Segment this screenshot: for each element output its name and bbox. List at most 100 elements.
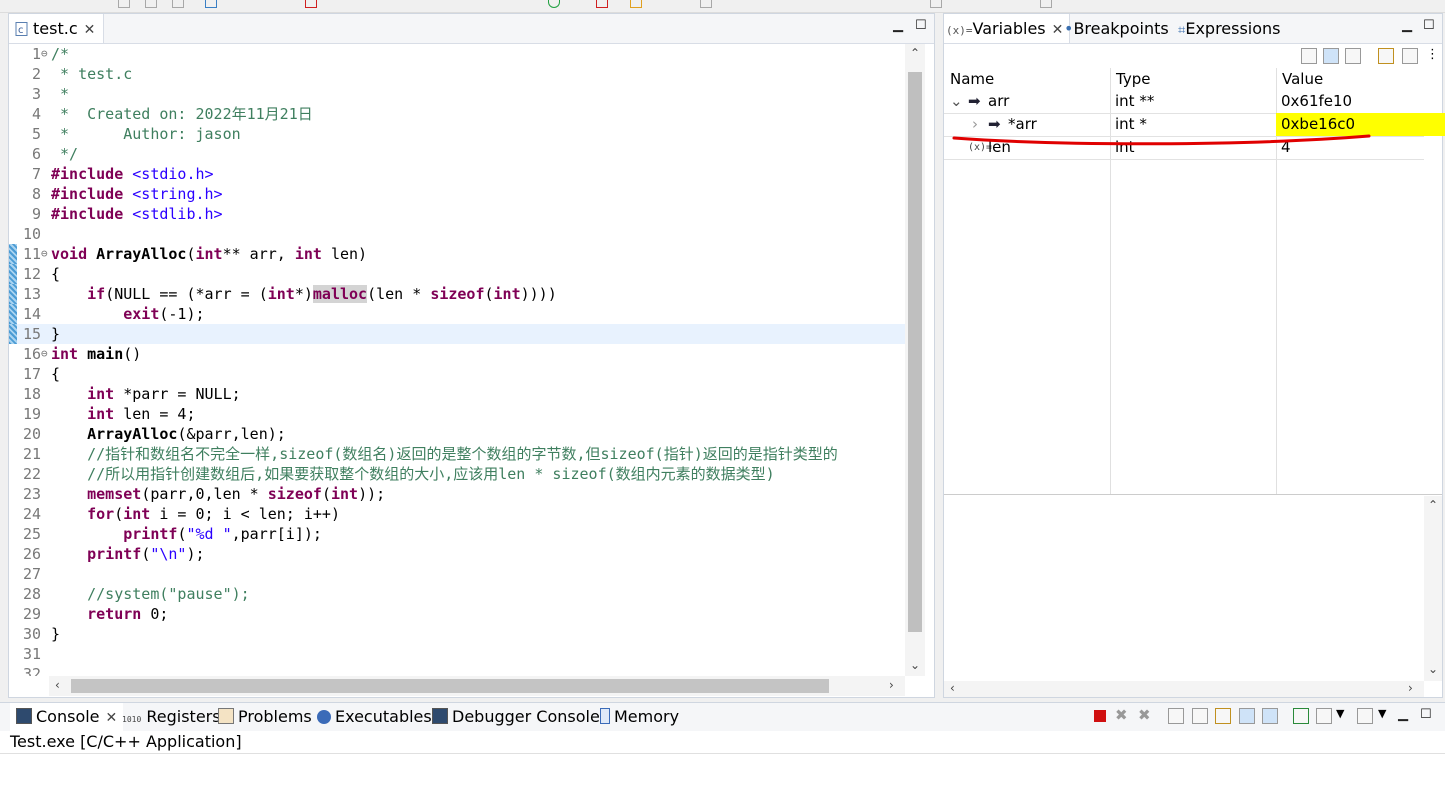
code-line[interactable]: 13 if(NULL == (*arr = (int*)malloc(len *… xyxy=(9,284,905,304)
tab-variables[interactable]: (x)=Variables ✕ xyxy=(944,14,1071,43)
toolbar-icon[interactable] xyxy=(1040,0,1052,8)
code-line[interactable]: 18 int *parr = NULL; xyxy=(9,384,905,404)
chevron-down-icon[interactable]: ▼ xyxy=(1378,707,1386,720)
code-line[interactable]: 23 memset(parr,0,len * sizeof(int)); xyxy=(9,484,905,504)
column-type[interactable]: Type xyxy=(1116,68,1150,90)
display-console-icon[interactable] xyxy=(1316,708,1332,724)
code-line[interactable]: 29 return 0; xyxy=(9,604,905,624)
code-line[interactable]: 19 int len = 4; xyxy=(9,404,905,424)
code-line[interactable]: 8 #include <string.h> xyxy=(9,184,905,204)
toolbar-icon[interactable] xyxy=(145,0,157,8)
scroll-lock-icon[interactable] xyxy=(1192,708,1208,724)
code-line[interactable]: 3 * xyxy=(9,84,905,104)
toolbar-icon[interactable] xyxy=(118,0,130,8)
scroll-right-icon[interactable]: › xyxy=(889,678,894,692)
scroll-up-icon[interactable]: ⌃ xyxy=(910,46,920,60)
variable-row-arr[interactable]: ⌄ ➡ arr int ** 0x61fe10 xyxy=(944,90,1424,114)
code-line[interactable]: 10 xyxy=(9,224,905,244)
code-line[interactable]: 22 //所以用指针创建数组后,如果要获取整个数组的大小,应该用len * si… xyxy=(9,464,905,484)
collapse-all-icon[interactable] xyxy=(1301,48,1317,64)
scrollbar-thumb[interactable] xyxy=(908,72,922,632)
console-output[interactable] xyxy=(0,753,1445,785)
code-line[interactable]: 11 ⊖ void ArrayAlloc(int** arr, int len) xyxy=(9,244,905,264)
fold-toggle-icon[interactable]: ⊖ xyxy=(41,44,51,64)
scroll-right-icon[interactable]: › xyxy=(1408,681,1413,695)
minimize-icon[interactable]: ▁ xyxy=(1398,707,1408,722)
maximize-icon[interactable]: ☐ xyxy=(1423,18,1435,33)
view-menu-icon[interactable]: ⋮ xyxy=(1426,47,1439,62)
close-icon[interactable]: ✕ xyxy=(106,710,118,726)
clear-console-icon[interactable] xyxy=(1168,708,1184,724)
tab-console[interactable]: Console ✕ xyxy=(10,703,124,731)
minimize-icon[interactable]: ▁ xyxy=(1402,18,1412,33)
code-line[interactable]: 9 #include <stdlib.h> xyxy=(9,204,905,224)
code-line[interactable]: 32 xyxy=(9,664,905,676)
code-line[interactable]: 26 printf("\n"); xyxy=(9,544,905,564)
code-line[interactable]: 20 ArrayAlloc(&parr,len); xyxy=(9,424,905,444)
scroll-down-icon[interactable]: ⌄ xyxy=(910,658,920,672)
layout-icon[interactable] xyxy=(1345,48,1361,64)
variable-detail-pane[interactable] xyxy=(944,496,1424,681)
chevron-down-icon[interactable]: ▼ xyxy=(1336,707,1344,720)
code-line[interactable]: 4 * Created on: 2022年11月21日 xyxy=(9,104,905,124)
new-view-icon[interactable] xyxy=(1378,48,1394,64)
remove-all-icon[interactable]: ✖ xyxy=(1138,706,1151,724)
tab-debugger-console[interactable]: Debugger Console xyxy=(432,703,600,731)
code-line[interactable]: 14 exit(-1); xyxy=(9,304,905,324)
word-wrap-icon[interactable] xyxy=(1215,708,1231,724)
code-line[interactable]: 2 * test.c xyxy=(9,64,905,84)
show-type-names-icon[interactable] xyxy=(1323,48,1339,64)
code-line[interactable]: 24 for(int i = 0; i < len; i++) xyxy=(9,504,905,524)
editor-horizontal-scrollbar[interactable]: ‹ › xyxy=(49,676,905,696)
code-line[interactable]: 31 xyxy=(9,644,905,664)
scrollbar-thumb[interactable] xyxy=(71,679,829,693)
code-line[interactable]: 16 ⊖ int main() xyxy=(9,344,905,364)
toolbar-icon[interactable] xyxy=(930,0,942,8)
tab-expressions[interactable]: ⌗Expressions xyxy=(1178,14,1281,43)
fold-toggle-icon[interactable]: ⊖ xyxy=(41,344,51,364)
toolbar-icon[interactable] xyxy=(172,0,184,8)
export-icon[interactable] xyxy=(1402,48,1418,64)
maximize-icon[interactable]: ☐ xyxy=(1420,707,1432,722)
scroll-left-icon[interactable]: ‹ xyxy=(950,681,955,695)
maximize-icon[interactable]: ☐ xyxy=(915,18,927,33)
show-on-error-icon[interactable] xyxy=(1262,708,1278,724)
toolbar-icon[interactable] xyxy=(205,0,217,8)
code-line[interactable]: 5 * Author: jason xyxy=(9,124,905,144)
detail-vertical-scrollbar[interactable]: ⌃ ⌄ xyxy=(1424,496,1442,681)
column-name[interactable]: Name xyxy=(950,68,994,90)
tab-problems[interactable]: Problems xyxy=(218,703,312,731)
code-line[interactable]: 1 ⊖/* xyxy=(9,44,905,64)
open-console-icon[interactable] xyxy=(1357,708,1373,724)
detail-horizontal-scrollbar[interactable]: ‹ › xyxy=(944,681,1424,697)
show-on-output-icon[interactable] xyxy=(1239,708,1255,724)
code-line[interactable]: 21 //指针和数组名不完全一样,sizeof(数组名)返回的是整个数组的字节数… xyxy=(9,444,905,464)
tab-breakpoints[interactable]: •Breakpoints xyxy=(1064,14,1169,43)
tab-executables[interactable]: Executables xyxy=(317,703,432,731)
remove-launch-icon[interactable]: ✖ xyxy=(1115,706,1128,724)
code-line[interactable]: 17 { xyxy=(9,364,905,384)
editor-tab-test-c[interactable]: c test.c ✕ xyxy=(9,14,105,43)
pin-console-icon[interactable] xyxy=(1293,708,1309,724)
fold-toggle-icon[interactable]: ⊖ xyxy=(41,244,51,264)
code-line[interactable]: 28 //system("pause"); xyxy=(9,584,905,604)
close-icon[interactable]: ✕ xyxy=(1052,22,1064,38)
editor-vertical-scrollbar[interactable]: ⌃ ⌄ xyxy=(905,44,925,676)
code-line[interactable]: 30} xyxy=(9,624,905,644)
close-icon[interactable]: ✕ xyxy=(84,22,96,38)
column-value[interactable]: Value xyxy=(1282,68,1323,90)
toolbar-icon[interactable] xyxy=(630,0,642,8)
tab-memory[interactable]: Memory xyxy=(600,703,679,731)
code-line[interactable]: 27 xyxy=(9,564,905,584)
minimize-icon[interactable]: ▁ xyxy=(893,18,903,33)
toolbar-icon[interactable] xyxy=(305,0,317,8)
terminate-icon[interactable] xyxy=(1094,710,1106,722)
code-line[interactable]: 25 printf("%d ",parr[i]); xyxy=(9,524,905,544)
code-line[interactable]: 12 { xyxy=(9,264,905,284)
code-area[interactable]: 1 ⊖/* 2 * test.c 3 * 4 * Created on: 2022年11… xyxy=(9,44,905,676)
run-icon[interactable] xyxy=(548,0,560,8)
code-line[interactable]: 15} xyxy=(9,324,905,344)
scroll-up-icon[interactable]: ⌃ xyxy=(1428,498,1438,512)
code-line[interactable]: 6 */ xyxy=(9,144,905,164)
toolbar-icon[interactable] xyxy=(596,0,608,8)
